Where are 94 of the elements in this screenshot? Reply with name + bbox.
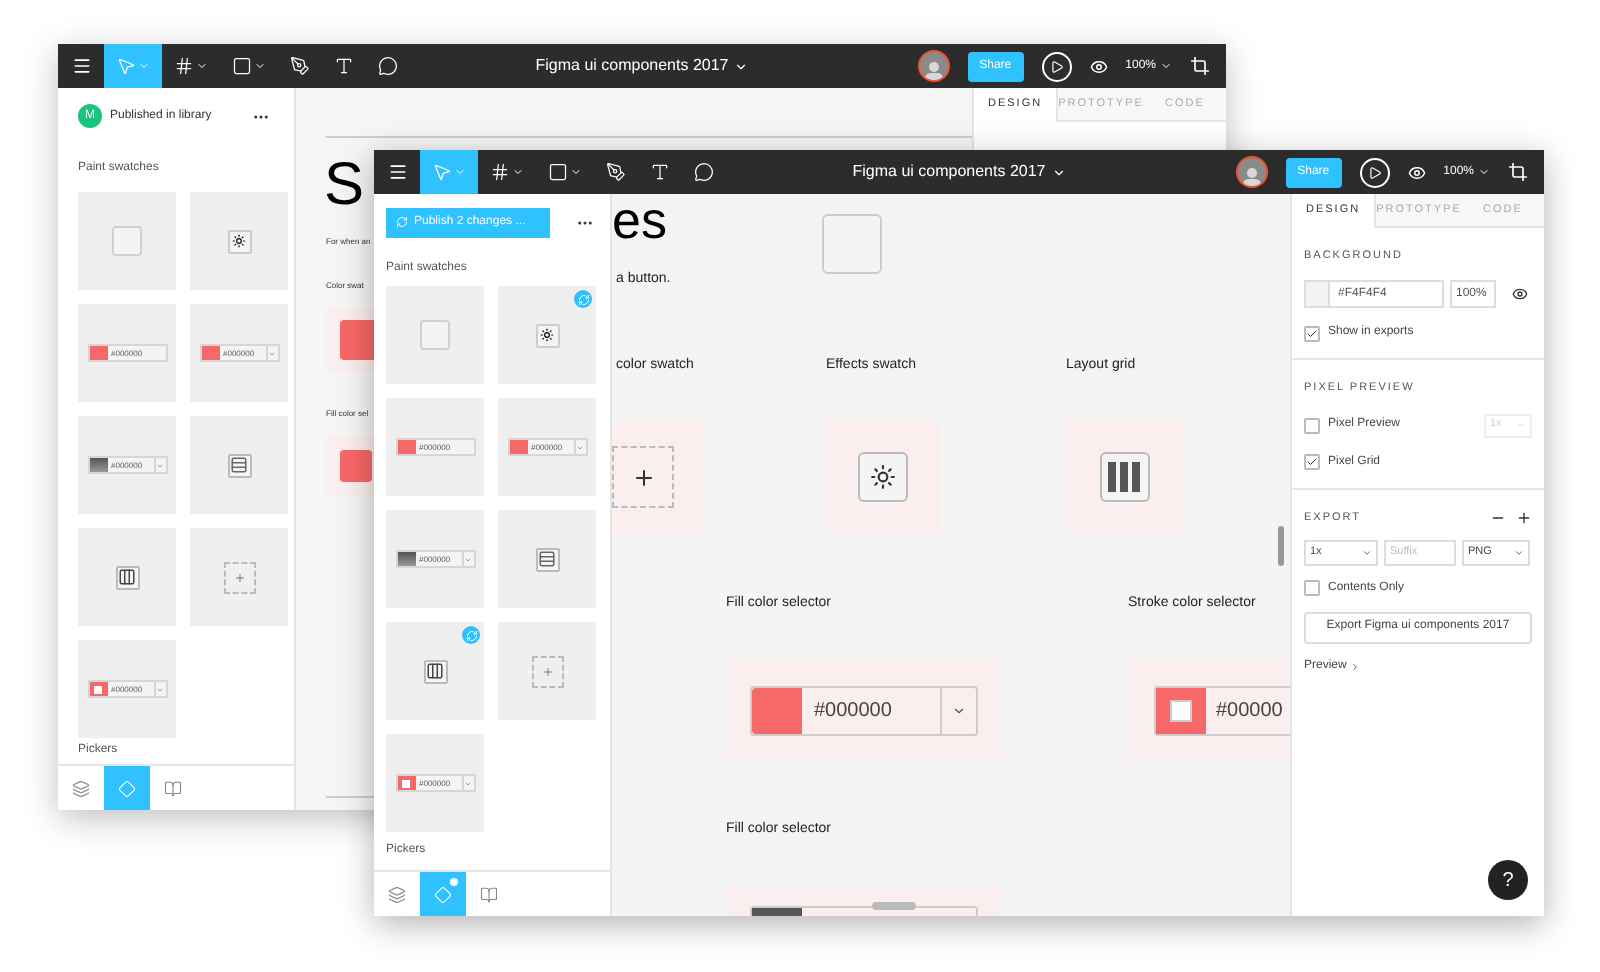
color-swatch [89,346,107,360]
rows-icon [535,547,559,571]
sun-icon [535,323,559,347]
pointer-icon [116,56,136,76]
help-button[interactable]: ? [1488,860,1528,900]
swatch-tile[interactable] [190,416,288,514]
caret-icon [512,166,524,178]
rows-icon [227,453,251,477]
play-button[interactable] [1041,51,1072,81]
pen-icon [606,162,626,182]
checkbox[interactable] [1304,417,1320,433]
text-icon [650,162,670,182]
frame-icon [490,162,510,182]
swatch-tile[interactable] [190,192,288,290]
layers-icon [388,885,406,903]
blank-swatch [420,320,450,350]
caret-icon [1051,165,1066,179]
swatch-tile[interactable] [498,622,596,720]
caret-icon [952,703,966,717]
page-title: es [612,194,667,246]
scrollbar[interactable] [1278,526,1284,566]
checkbox[interactable] [1304,454,1320,470]
pointer-icon [432,162,452,182]
swatch-tile[interactable] [386,622,484,720]
add-icon [223,561,255,593]
caret-icon [570,166,582,178]
caret-icon [734,59,749,73]
caret-icon [454,166,466,178]
caret-icon [1516,420,1526,430]
chevron-icon [1350,661,1361,672]
color-swatch [397,552,415,566]
plus-icon[interactable] [1516,509,1532,526]
square-icon [548,162,568,182]
checkbox[interactable] [1304,325,1320,342]
file-title: Figma ui components 2017 [852,160,1046,184]
blank-swatch [112,226,142,256]
sync-icon [396,216,408,228]
caret-icon [1478,166,1490,178]
caret-icon [138,60,150,72]
checkbox[interactable] [1304,580,1320,597]
play-icon [1367,165,1382,179]
caret-icon [1362,547,1372,558]
swatch-tile[interactable] [78,192,176,290]
swatch-tile[interactable] [498,510,596,608]
diamond-icon [434,885,452,903]
file-title: Figma ui components 2017 [535,54,729,78]
swatch-tile[interactable] [498,286,596,384]
caret-icon [1514,547,1524,558]
columns-icon [423,659,447,683]
square-icon [232,56,252,76]
hex-value: #00000 [1214,697,1285,725]
eye-icon[interactable] [1512,286,1528,303]
caret-icon [196,60,208,72]
crop-icon[interactable] [1508,162,1528,182]
sun-icon [857,452,907,502]
menu-icon [387,162,407,182]
color-swatch [752,687,802,733]
frame-icon [174,56,194,76]
swatch-tile[interactable] [386,286,484,384]
color-swatch [89,682,107,696]
color-swatch [397,440,415,454]
swatch-tile[interactable] [190,528,288,626]
menu-icon [71,56,91,76]
play-button[interactable] [1359,157,1390,187]
color-swatch [509,440,527,454]
sun-icon [227,229,251,253]
speech-bubble-icon [694,162,714,182]
sync-badge [462,626,480,644]
hex-value: #000000 [812,697,894,725]
diamond-icon [118,779,136,797]
text-icon [334,56,354,76]
layers-icon [72,779,90,797]
add-icon [531,655,563,687]
swatch-tile[interactable] [78,528,176,626]
color-swatch [1306,282,1330,307]
avatar[interactable] [1235,156,1268,188]
pen-icon [290,56,310,76]
avatar[interactable] [917,50,950,82]
caret-icon [1160,60,1172,72]
color-swatch [89,458,107,472]
blank-swatch [822,214,882,274]
sync-badge [574,290,592,308]
caret-icon [254,60,266,72]
crop-icon[interactable] [1190,56,1210,76]
color-swatch [397,776,415,790]
play-icon [1049,59,1064,73]
book-icon [164,779,182,797]
page-title: S [324,156,365,216]
columns-icon [115,565,139,589]
color-swatch [201,346,219,360]
add-icon [612,446,674,508]
speech-bubble-icon [378,56,398,76]
book-icon [480,885,498,903]
columns-icon [1099,452,1149,502]
